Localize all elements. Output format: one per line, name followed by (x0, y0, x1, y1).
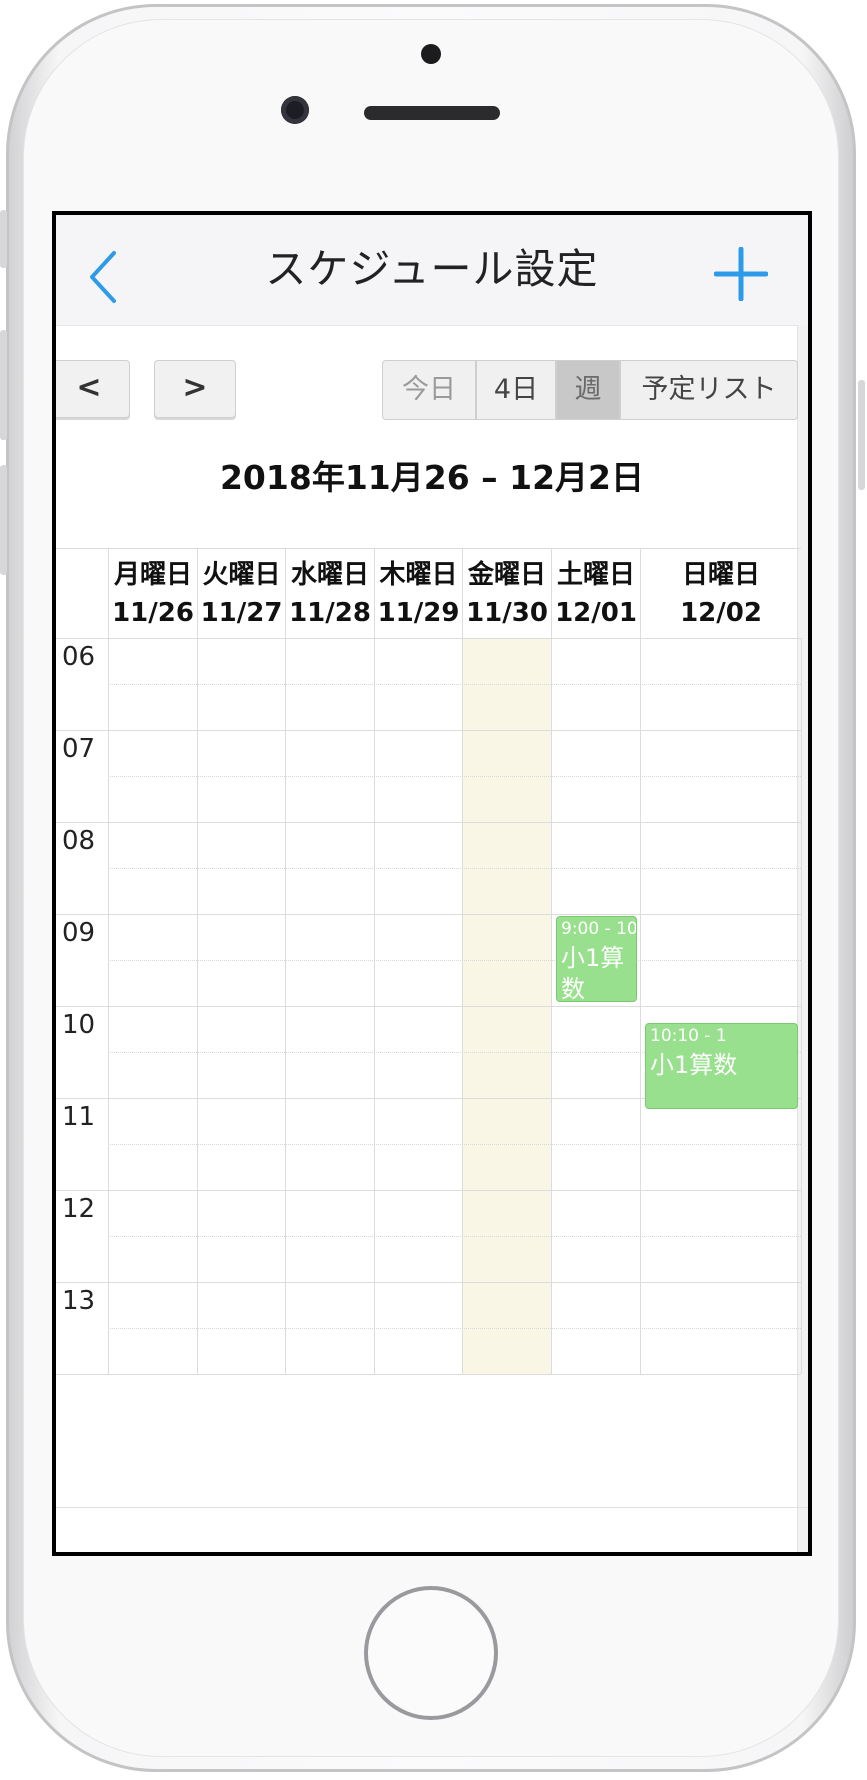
hour-line (56, 638, 801, 639)
day-header[interactable]: 水曜日 11/28 (285, 548, 374, 638)
power-button (858, 380, 865, 490)
column-line (197, 638, 198, 1374)
hour-line (56, 1190, 801, 1191)
hour-label: 12 (62, 1194, 96, 1224)
day-date: 12/01 (555, 598, 637, 628)
hour-line (56, 914, 801, 915)
hour-label: 13 (62, 1286, 96, 1316)
day-header[interactable]: 木曜日 11/29 (374, 548, 462, 638)
half-hour-line (108, 960, 801, 961)
day-header[interactable]: 土曜日 12/01 (551, 548, 640, 638)
mute-switch (0, 210, 7, 268)
half-hour-line (108, 1328, 801, 1329)
column-line (285, 638, 286, 1374)
column-line (801, 638, 802, 1374)
day-name: 金曜日 (467, 560, 546, 590)
column-line (640, 638, 641, 1374)
event-time: 9:00 - 10: (561, 919, 637, 939)
day-name: 土曜日 (556, 560, 635, 590)
day-name: 日曜日 (681, 560, 760, 590)
app-screen: スケジュール設定 < > 今日 4日 週 予定リスト 2018年11月26 – … (52, 211, 812, 1556)
volume-down-button (0, 465, 7, 575)
day-date: 11/28 (289, 598, 371, 628)
day-header[interactable]: 火曜日 11/27 (197, 548, 285, 638)
hour-line (56, 1006, 801, 1007)
hour-label: 07 (62, 734, 96, 764)
day-name: 月曜日 (113, 560, 192, 590)
four-day-view-button[interactable]: 4日 (476, 360, 556, 420)
grid-bottom-line (56, 1374, 801, 1375)
event-title: 小1算数 (561, 944, 625, 1002)
event-time: 10:10 - 1 (650, 1026, 727, 1047)
column-line (108, 638, 109, 1374)
half-hour-line (108, 684, 801, 685)
hour-label: 06 (62, 642, 96, 672)
divider (56, 1507, 808, 1508)
schedule-list-button[interactable]: 予定リスト (620, 360, 798, 420)
column-line (462, 638, 463, 1374)
column-line (374, 638, 375, 1374)
date-range-title: 2018年11月26 – 12月2日 (219, 458, 645, 497)
day-date: 11/27 (200, 598, 283, 628)
half-hour-line (108, 776, 801, 777)
calendar-event[interactable]: 9:00 - 10: 小1算数 (556, 916, 637, 1002)
page-title: スケジュール設定 (265, 245, 599, 293)
day-date: 11/26 (112, 598, 194, 628)
hour-label: 11 (62, 1102, 96, 1132)
today-button[interactable]: 今日 (382, 360, 476, 420)
front-camera (281, 96, 309, 124)
hour-label: 10 (62, 1010, 96, 1040)
day-header[interactable]: 日曜日 12/02 (640, 548, 801, 638)
day-header[interactable]: 月曜日 11/26 (108, 548, 197, 638)
hour-label: 09 (62, 918, 96, 948)
hour-label: 08 (62, 826, 96, 856)
app-header: スケジュール設定 (56, 215, 808, 326)
half-hour-line (108, 1144, 801, 1145)
day-date: 12/02 (680, 598, 762, 628)
volume-up-button (0, 330, 7, 440)
half-hour-line (108, 868, 801, 869)
home-button[interactable] (364, 1586, 498, 1720)
proximity-sensor (421, 44, 441, 64)
day-name: 火曜日 (202, 560, 281, 590)
scrollbar-track (797, 325, 808, 1552)
day-date: 11/30 (466, 598, 548, 628)
half-hour-line (108, 1236, 801, 1237)
hour-line (56, 822, 801, 823)
day-name: 木曜日 (379, 560, 458, 590)
day-name: 水曜日 (290, 560, 369, 590)
calendar-event[interactable]: 10:10 - 1 小1算数 (645, 1023, 798, 1110)
column-line (551, 638, 552, 1374)
grid-line (56, 548, 801, 549)
week-view-button[interactable]: 週 (556, 360, 620, 420)
next-week-button[interactable]: > (154, 360, 236, 418)
plus-icon[interactable] (714, 247, 768, 301)
event-title: 小1算数 (650, 1051, 738, 1080)
day-date: 11/29 (377, 598, 460, 628)
day-header[interactable]: 金曜日 11/30 (462, 548, 551, 638)
prev-week-button[interactable]: < (56, 360, 130, 418)
earpiece-speaker (364, 106, 500, 120)
chevron-left-icon[interactable] (84, 249, 124, 305)
hour-line (56, 730, 801, 731)
hour-line (56, 1282, 801, 1283)
